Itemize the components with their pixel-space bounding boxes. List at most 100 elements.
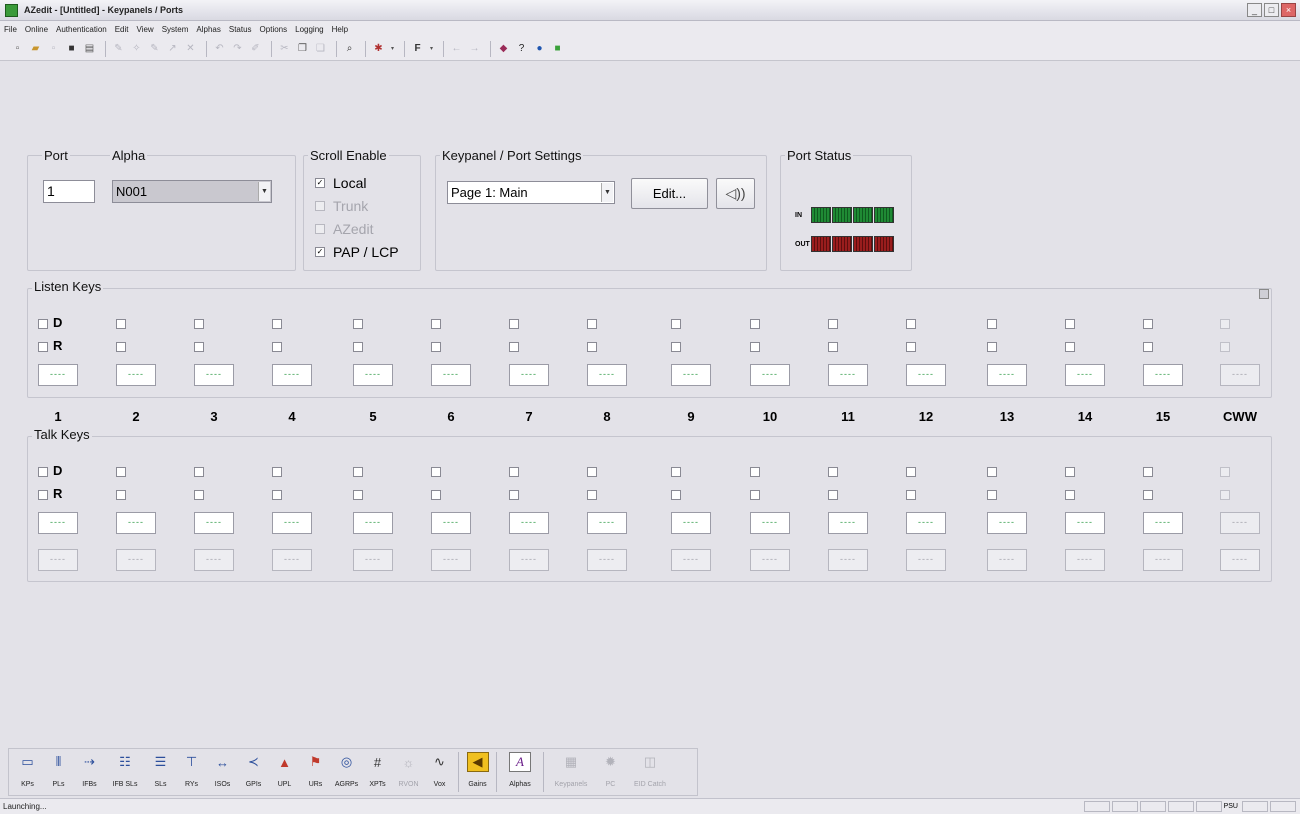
dock-rys-button[interactable]: ⊤ RYs (176, 752, 207, 788)
open-folder-icon[interactable]: ▰ (28, 41, 43, 56)
local-checkbox-row[interactable]: ✓ Local (315, 175, 366, 191)
listen-d-checkbox[interactable] (509, 319, 519, 329)
dock-vox-button[interactable]: ∿ Vox (424, 752, 455, 788)
menu-view[interactable]: View (137, 25, 154, 34)
talk-r-checkbox[interactable] (1143, 490, 1153, 500)
talk-r-checkbox[interactable] (431, 490, 441, 500)
dock-ifbs-button[interactable]: ⇢ IFBs (74, 752, 105, 788)
pap-lcp-checkbox-row[interactable]: ✓ PAP / LCP (315, 244, 399, 260)
listen-key-field[interactable]: ---- (828, 364, 868, 386)
brush-icon[interactable]: ✐ (248, 41, 263, 56)
talk-key-field[interactable]: ---- (431, 512, 471, 534)
talk-d-checkbox[interactable] (194, 467, 204, 477)
talk-d-checkbox[interactable] (38, 467, 48, 477)
talk-key-field[interactable]: ---- (750, 512, 790, 534)
listen-d-checkbox[interactable] (587, 319, 597, 329)
listen-d-checkbox[interactable] (671, 319, 681, 329)
talk-r-checkbox[interactable] (509, 490, 519, 500)
forward-arrow-icon[interactable]: → (467, 41, 482, 56)
listen-r-checkbox[interactable] (1065, 342, 1075, 352)
menu-file[interactable]: File (4, 25, 17, 34)
chevron-down-icon[interactable]: ▾ (428, 41, 435, 56)
talk-d-checkbox[interactable] (906, 467, 916, 477)
port-input[interactable]: 1 (43, 180, 95, 203)
listen-r-checkbox[interactable] (431, 342, 441, 352)
listen-r-checkbox[interactable] (509, 342, 519, 352)
redo-icon[interactable]: ↷ (230, 41, 245, 56)
talk-d-checkbox[interactable] (272, 467, 282, 477)
wand-icon[interactable]: ✧ (129, 41, 144, 56)
menu-edit[interactable]: Edit (115, 25, 129, 34)
talk-r-checkbox[interactable] (38, 490, 48, 500)
print-icon[interactable]: ▤ (82, 41, 97, 56)
talk-r-checkbox[interactable] (587, 490, 597, 500)
undo-icon[interactable]: ↶ (212, 41, 227, 56)
minimize-button[interactable]: _ (1247, 3, 1262, 17)
listen-key-field[interactable]: ---- (272, 364, 312, 386)
listen-d-checkbox[interactable] (1065, 319, 1075, 329)
listen-d-checkbox[interactable] (353, 319, 363, 329)
menu-alphas[interactable]: Alphas (196, 25, 220, 34)
listen-d-checkbox[interactable] (750, 319, 760, 329)
menu-status[interactable]: Status (229, 25, 252, 34)
listen-r-checkbox[interactable] (587, 342, 597, 352)
listen-r-checkbox[interactable] (750, 342, 760, 352)
dock-gains-button[interactable]: ◀ Gains (462, 752, 493, 788)
network-icon[interactable]: ◆ (496, 41, 511, 56)
talk-key-field[interactable]: ---- (272, 512, 312, 534)
talk-r-checkbox[interactable] (272, 490, 282, 500)
dock-urs-button[interactable]: ⚑ URs (300, 752, 331, 788)
talk-d-checkbox[interactable] (987, 467, 997, 477)
close-button[interactable]: × (1281, 3, 1296, 17)
copy-icon[interactable]: ❐ (295, 41, 310, 56)
info-icon[interactable]: ● (532, 41, 547, 56)
talk-key-field[interactable]: ---- (194, 512, 234, 534)
listen-key-field[interactable]: ---- (587, 364, 627, 386)
listen-key-field[interactable]: ---- (906, 364, 946, 386)
dock-agrps-button[interactable]: ◎ AGRPs (331, 752, 362, 788)
alpha-select[interactable]: N001 ▼ (112, 180, 272, 203)
talk-key-field[interactable]: ---- (828, 512, 868, 534)
talk-d-checkbox[interactable] (353, 467, 363, 477)
talk-d-checkbox[interactable] (509, 467, 519, 477)
talk-key-field[interactable]: ---- (116, 512, 156, 534)
listen-d-checkbox[interactable] (828, 319, 838, 329)
delete-icon[interactable]: ✕ (183, 41, 198, 56)
listen-r-checkbox[interactable] (987, 342, 997, 352)
talk-d-checkbox[interactable] (116, 467, 126, 477)
arrow-icon[interactable]: ↗ (165, 41, 180, 56)
listen-r-checkbox[interactable] (671, 342, 681, 352)
listen-key-field[interactable]: ---- (509, 364, 549, 386)
talk-d-checkbox[interactable] (828, 467, 838, 477)
listen-r-checkbox[interactable] (272, 342, 282, 352)
talk-d-checkbox[interactable] (587, 467, 597, 477)
chevron-down-icon[interactable]: ▼ (258, 182, 270, 201)
listen-key-field[interactable]: ---- (116, 364, 156, 386)
talk-key-field[interactable]: ---- (1143, 512, 1183, 534)
listen-r-checkbox[interactable] (828, 342, 838, 352)
listen-key-field[interactable]: ---- (750, 364, 790, 386)
menu-online[interactable]: Online (25, 25, 48, 34)
listen-d-checkbox[interactable] (431, 319, 441, 329)
talk-d-checkbox[interactable] (431, 467, 441, 477)
talk-r-checkbox[interactable] (987, 490, 997, 500)
dock-kps-button[interactable]: ▭ KPs (12, 752, 43, 788)
listen-r-checkbox[interactable] (906, 342, 916, 352)
talk-key-field[interactable]: ---- (587, 512, 627, 534)
menu-help[interactable]: Help (332, 25, 348, 34)
dock-ifb-sls-button[interactable]: ☷ IFB SLs (105, 752, 145, 788)
monitor-icon[interactable]: ■ (550, 41, 565, 56)
listen-r-checkbox[interactable] (353, 342, 363, 352)
pencil-icon[interactable]: ✎ (111, 41, 126, 56)
listen-d-checkbox[interactable] (38, 319, 48, 329)
speaker-button[interactable]: ◁)) (716, 178, 755, 209)
talk-r-checkbox[interactable] (353, 490, 363, 500)
chevron-down-icon[interactable]: ▼ (601, 183, 613, 202)
page-select[interactable]: Page 1: Main ▼ (447, 181, 615, 204)
talk-r-checkbox[interactable] (116, 490, 126, 500)
listen-r-checkbox[interactable] (38, 342, 48, 352)
talk-r-checkbox[interactable] (1065, 490, 1075, 500)
new-file-icon[interactable]: ▫ (10, 41, 25, 56)
listen-d-checkbox[interactable] (1143, 319, 1153, 329)
dock-xpts-button[interactable]: # XPTs (362, 752, 393, 789)
